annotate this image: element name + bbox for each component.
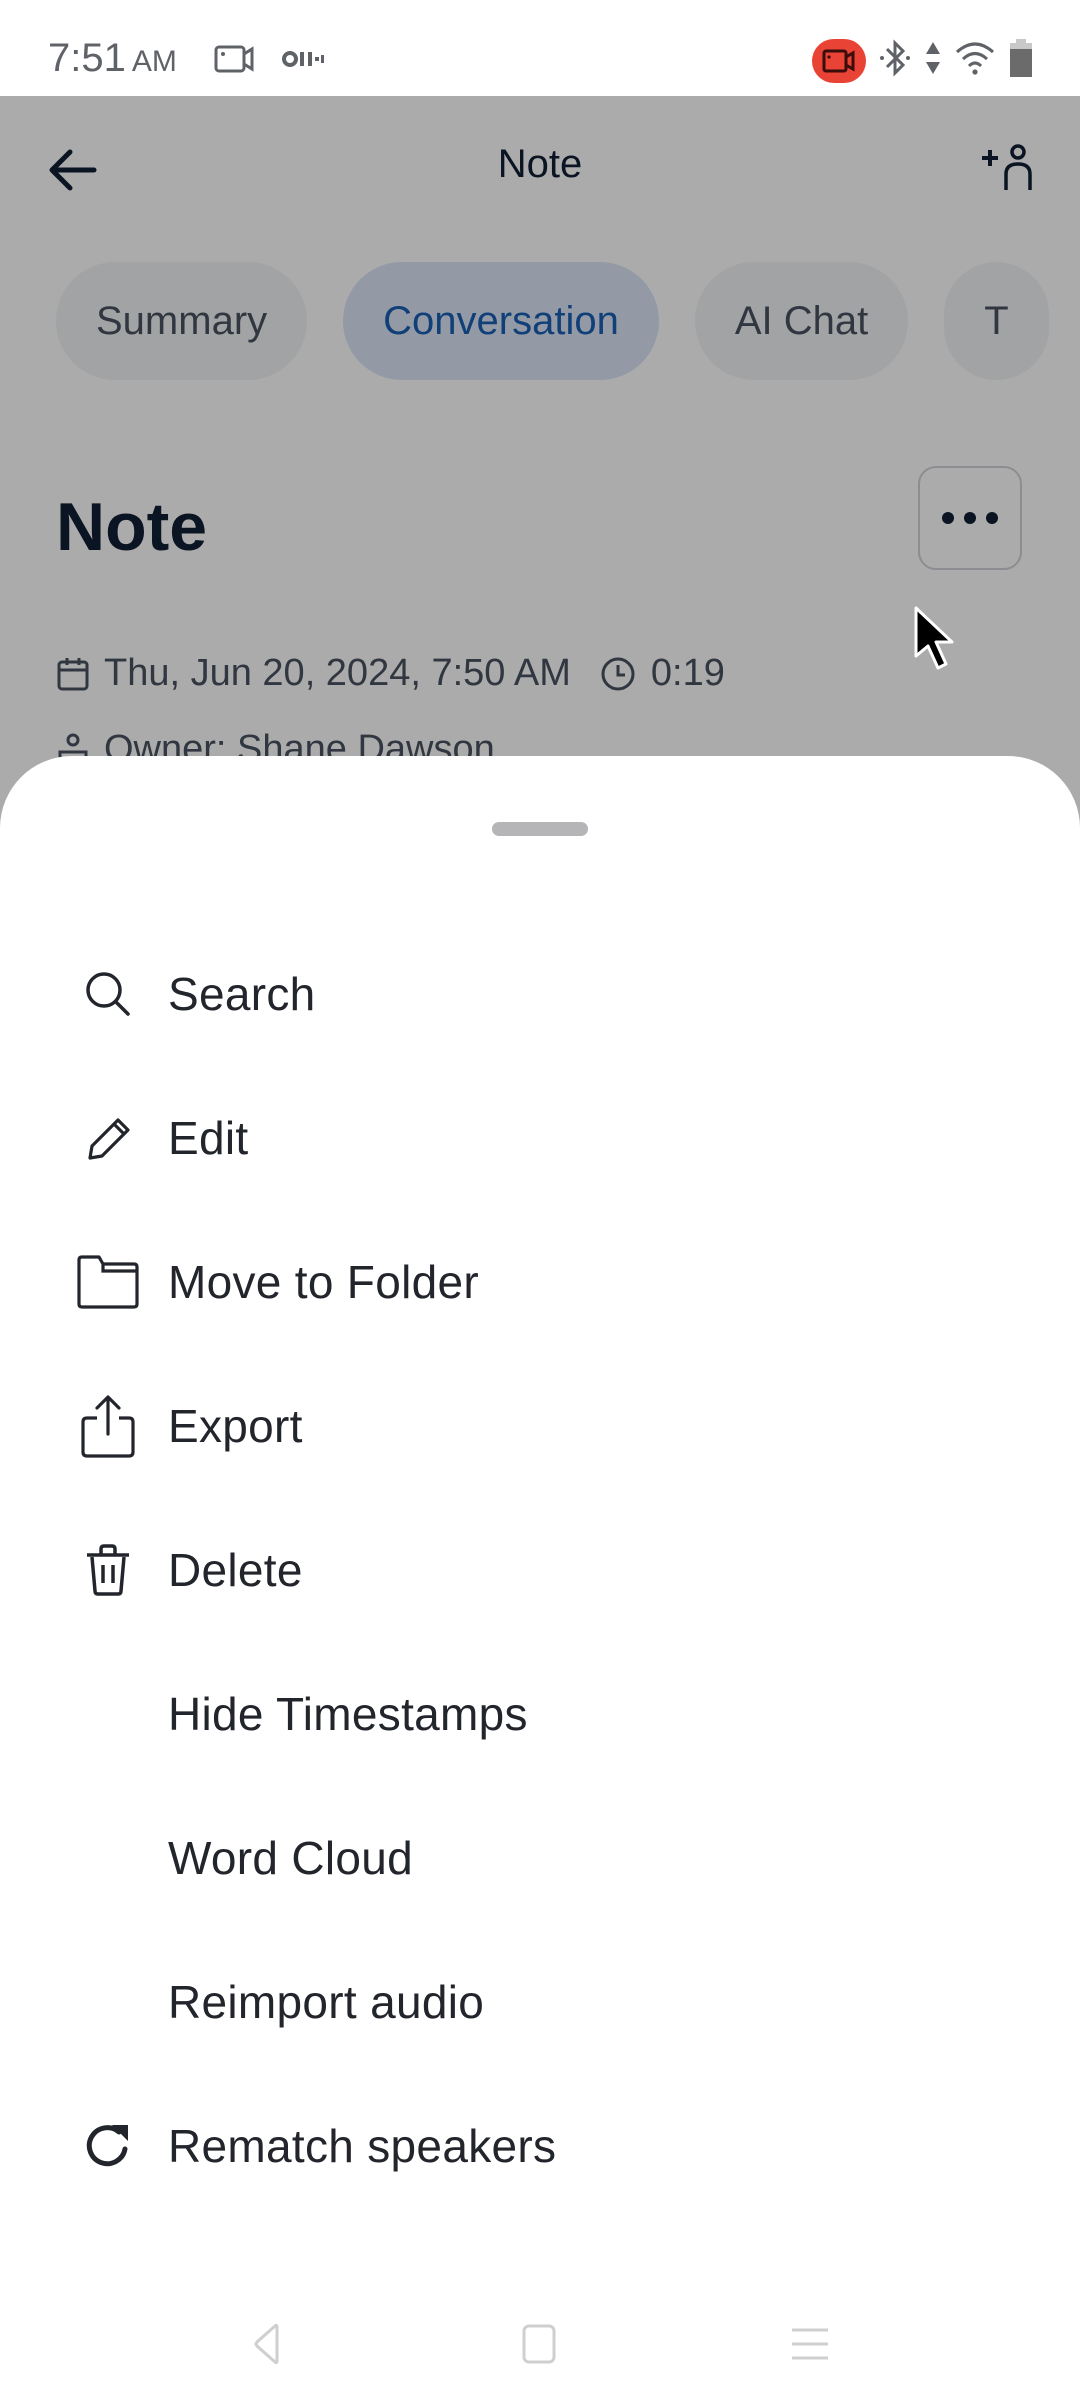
menu-item-hide-timestamps[interactable]: Hide Timestamps (0, 1642, 1080, 1786)
pencil-icon (72, 1102, 144, 1174)
data-arrows-icon (924, 38, 942, 83)
menu-item-label: Hide Timestamps (168, 1688, 528, 1740)
status-time-value: 7:51 (48, 36, 126, 80)
menu-item-label: Export (168, 1400, 303, 1452)
trash-icon (72, 1534, 144, 1606)
menu-item-search[interactable]: Search (0, 922, 1080, 1066)
menu-item-reimport-audio[interactable]: Reimport audio (0, 1930, 1080, 2074)
menu-item-move-to-folder[interactable]: Move to Folder (0, 1210, 1080, 1354)
menu-item-label: Delete (168, 1544, 303, 1596)
wifi-icon (954, 40, 996, 81)
search-icon (72, 958, 144, 1030)
menu-item-export[interactable]: Export (0, 1354, 1080, 1498)
menu-item-label: Word Cloud (168, 1832, 414, 1884)
menu-item-label: Rematch speakers (168, 2120, 557, 2172)
menu-item-label: Move to Folder (168, 1256, 479, 1308)
nav-recents-button[interactable] (780, 2314, 840, 2374)
folder-icon (72, 1246, 144, 1318)
menu-item-delete[interactable]: Delete (0, 1498, 1080, 1642)
status-time-ampm: AM (131, 45, 177, 78)
nav-home-button[interactable] (510, 2314, 570, 2374)
drag-handle[interactable] (492, 822, 588, 836)
mouse-cursor-icon (912, 604, 960, 674)
recording-indicator-icon (812, 38, 866, 83)
screen-record-icon (214, 44, 256, 79)
share-export-icon (72, 1390, 144, 1462)
menu-item-word-cloud[interactable]: Word Cloud (0, 1786, 1080, 1930)
status-time: 7:51 AM (48, 36, 177, 81)
refresh-icon (72, 2110, 144, 2182)
home-square-icon (522, 2324, 556, 2364)
nav-back-button[interactable] (236, 2314, 296, 2374)
menu-item-label: Reimport audio (168, 1976, 485, 2028)
menu-item-label: Edit (168, 1112, 249, 1164)
menu-item-edit[interactable]: Edit (0, 1066, 1080, 1210)
options-menu: Search Edit Move to Folder Export Delete (0, 922, 1080, 2218)
voicemail-icon (282, 49, 326, 74)
menu-item-label: Search (168, 968, 316, 1020)
battery-icon (1008, 38, 1034, 83)
options-bottom-sheet: Search Edit Move to Folder Export Delete (0, 756, 1080, 2400)
status-bar: 7:51 AM (0, 0, 1080, 96)
bluetooth-icon (878, 38, 912, 83)
menu-item-rematch-speakers[interactable]: Rematch speakers (0, 2074, 1080, 2218)
system-nav-bar (0, 2280, 1080, 2400)
back-triangle-icon (254, 2323, 279, 2365)
recents-menu-icon (792, 2328, 828, 2360)
